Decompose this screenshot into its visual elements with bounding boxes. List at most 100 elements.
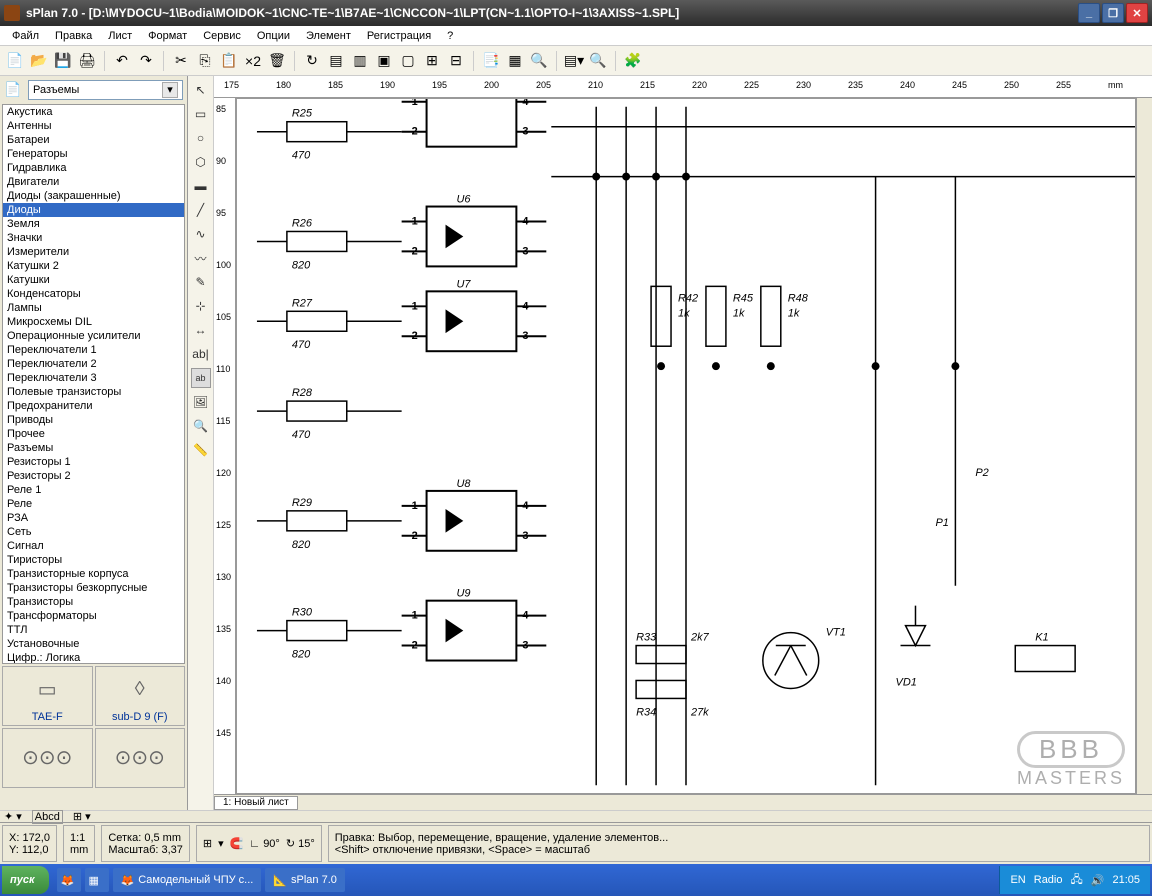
category-item[interactable]: Предохранители [3,399,184,413]
schematic-canvas[interactable]: R25 470 R26 820 R27 470 R28 470 R29 820 … [236,98,1136,794]
category-item[interactable]: Переключатели 3 [3,371,184,385]
menu-register[interactable]: Регистрация [359,28,439,44]
category-item[interactable]: Антенны [3,119,184,133]
lib-new-icon[interactable]: 📄 [2,78,24,100]
menu-edit[interactable]: Правка [47,28,100,44]
undo-icon[interactable]: ↶ [111,50,133,72]
category-item[interactable]: Резисторы 2 [3,469,184,483]
thumb-4[interactable]: ⊙⊙⊙ [95,728,186,788]
category-item[interactable]: ТТЛ [3,623,184,637]
category-item[interactable]: Установочные [3,637,184,651]
category-item[interactable]: Приводы [3,413,184,427]
category-item[interactable]: Транзисторы безкорпусные [3,581,184,595]
search-icon[interactable]: 🔍 [528,50,550,72]
rect-icon[interactable]: ▭ [191,104,211,124]
rotate-icon[interactable]: ↻ [301,50,323,72]
category-list[interactable]: АкустикаАнтенныБатареиГенераторыГидравли… [2,104,185,664]
task-splan[interactable]: 📐 sPlan 7.0 [265,868,345,892]
category-item[interactable]: Сигнал [3,539,184,553]
thumb-3[interactable]: ⊙⊙⊙ [2,728,93,788]
maximize-button[interactable]: ❐ [1102,3,1124,23]
save-icon[interactable]: 💾 [52,50,74,72]
back-icon[interactable]: ▢ [397,50,419,72]
thumb-2[interactable]: ◊sub-D 9 (F) [95,666,186,726]
category-item[interactable]: Микросхемы DIL [3,315,184,329]
mirror-v-icon[interactable]: ▥ [349,50,371,72]
category-item[interactable]: Гидравлика [3,161,184,175]
category-item[interactable]: Переключатели 1 [3,343,184,357]
network-icon[interactable]: 🖧 [1071,871,1083,890]
plugin-icon[interactable]: 🧩 [622,50,644,72]
category-item[interactable]: Транзисторные корпуса [3,567,184,581]
snap-icon[interactable]: ▾ [218,837,224,850]
start-button[interactable]: пуск [2,866,49,894]
category-item[interactable]: Операционные усилители [3,329,184,343]
category-item[interactable]: Катушки 2 [3,259,184,273]
category-item[interactable]: Резисторы 1 [3,455,184,469]
radio-indicator[interactable]: Radio [1034,874,1063,886]
category-item[interactable]: Реле 1 [3,483,184,497]
menu-help[interactable]: ? [439,28,461,44]
category-item[interactable]: Катушки [3,273,184,287]
quick-launch-2[interactable]: ▦ [85,868,109,892]
menu-element[interactable]: Элемент [298,28,359,44]
category-item[interactable]: Прочее [3,427,184,441]
freehand-icon[interactable]: ✎ [191,272,211,292]
fill-icon[interactable]: ▬ [191,176,211,196]
category-item[interactable]: Двигатели [3,175,184,189]
volume-icon[interactable]: 🔊 [1091,874,1105,887]
category-item[interactable]: Диоды [3,203,184,217]
text-icon[interactable]: ab| [191,344,211,364]
print-icon[interactable]: 🖨 [76,50,98,72]
lang-indicator[interactable]: EN [1010,874,1025,886]
front-icon[interactable]: ▣ [373,50,395,72]
category-item[interactable]: Земля [3,217,184,231]
category-item[interactable]: Диоды (закрашенные) [3,189,184,203]
category-item[interactable]: Батареи [3,133,184,147]
category-item[interactable]: Реле [3,497,184,511]
category-item[interactable]: Полевые транзисторы [3,385,184,399]
category-item[interactable]: Лампы [3,301,184,315]
text-toggle[interactable]: Abcd [32,810,63,824]
delete-icon[interactable]: 🗑 [266,50,288,72]
menu-format[interactable]: Формат [140,28,195,44]
cut-icon[interactable]: ✂ [170,50,192,72]
magnet-icon[interactable]: 🧲 [230,837,244,850]
category-item[interactable]: Значки [3,231,184,245]
category-item[interactable]: Генераторы [3,147,184,161]
sheet-icon[interactable]: ▦ [504,50,526,72]
label-icon[interactable]: ab [191,368,211,388]
category-item[interactable]: Тиристоры [3,553,184,567]
close-button[interactable]: ✕ [1126,3,1148,23]
pointer-icon[interactable]: ↖ [191,80,211,100]
category-item[interactable]: Разъемы [3,441,184,455]
measure-icon[interactable]: 📏 [191,440,211,460]
export-icon[interactable]: 📑 [480,50,502,72]
category-item[interactable]: Измерители [3,245,184,259]
redo-icon[interactable]: ↷ [135,50,157,72]
grid-icon[interactable]: ⊞ [203,837,212,850]
category-item[interactable]: Цифр.: Логика [3,651,184,664]
image-icon[interactable]: 🖼 [191,392,211,412]
category-item[interactable]: Транзисторы [3,595,184,609]
thumb-1[interactable]: ▭TAE-F [2,666,93,726]
dim-icon[interactable]: ↔ [191,320,211,340]
node-icon[interactable]: ⊹ [191,296,211,316]
category-combo[interactable]: Разъемы ▾ [28,80,183,100]
menu-options[interactable]: Опции [249,28,298,44]
line-icon[interactable]: ╱ [191,200,211,220]
system-tray[interactable]: EN Radio 🖧 🔊 21:05 [999,866,1150,894]
new-icon[interactable]: 📄 [4,50,26,72]
ungroup-icon[interactable]: ⊟ [445,50,467,72]
task-firefox[interactable]: 🦊 Самодельный ЧПУ с... [113,868,262,892]
sheet-tab[interactable]: 1: Новый лист [214,796,298,810]
menu-service[interactable]: Сервис [195,28,249,44]
circle-icon[interactable]: ○ [191,128,211,148]
category-item[interactable]: Акустика [3,105,184,119]
minimize-button[interactable]: _ [1078,3,1100,23]
open-icon[interactable]: 📂 [28,50,50,72]
snap-toggle[interactable]: ✦ ▾ [4,810,22,823]
scrollbar-vertical[interactable] [1136,98,1152,794]
category-item[interactable]: Сеть [3,525,184,539]
category-item[interactable]: Конденсаторы [3,287,184,301]
